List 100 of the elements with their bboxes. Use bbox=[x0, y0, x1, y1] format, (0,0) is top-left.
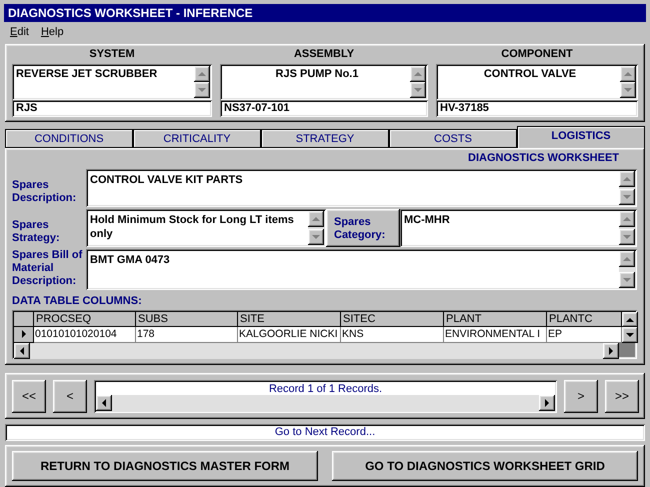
down-arrow-icon bbox=[623, 194, 631, 200]
scroll-up-button[interactable] bbox=[619, 210, 635, 227]
column-header[interactable]: SITEC bbox=[341, 312, 444, 327]
code-field[interactable]: HV-37185 bbox=[436, 100, 638, 117]
vertical-scrollbar[interactable] bbox=[194, 66, 210, 98]
up-arrow-icon bbox=[623, 176, 631, 182]
scroll-down-button[interactable] bbox=[622, 327, 638, 343]
code-field[interactable]: RJS bbox=[12, 100, 212, 117]
column-header[interactable]: SITE bbox=[238, 312, 341, 327]
panel-heading: DIAGNOSTICS WORKSHEET bbox=[467, 152, 620, 166]
up-arrow-icon bbox=[198, 71, 206, 77]
vertical-scrollbar[interactable] bbox=[308, 210, 324, 245]
action-button[interactable]: GO TO DIAGNOSTICS WORKSHEET GRID bbox=[332, 451, 638, 481]
bill-of-material-field[interactable]: BMT GMA 0473 bbox=[86, 248, 637, 290]
down-arrow-icon bbox=[626, 332, 634, 338]
menu-item[interactable]: Edit bbox=[10, 26, 29, 38]
nav-button[interactable]: << bbox=[12, 380, 46, 413]
horizontal-scrollbar[interactable] bbox=[96, 394, 555, 411]
field-label: Spares Bill of Material Description: bbox=[12, 248, 84, 289]
right-arrow-icon bbox=[608, 346, 614, 355]
menu-item[interactable]: Help bbox=[40, 26, 64, 38]
right-arrow-icon bbox=[20, 330, 26, 338]
column-heading: COMPONENT bbox=[500, 48, 574, 62]
description-field[interactable]: CONTROL VALVE KIT PARTS bbox=[86, 168, 637, 207]
nav-button[interactable]: < bbox=[53, 380, 87, 413]
column-header[interactable]: PLANT bbox=[444, 312, 547, 327]
down-arrow-icon bbox=[623, 234, 631, 240]
column-heading: SYSTEM bbox=[88, 48, 136, 62]
tab[interactable]: CONDITIONS bbox=[5, 128, 133, 148]
up-arrow-icon bbox=[623, 256, 631, 262]
nav-button[interactable]: > bbox=[564, 380, 598, 413]
action-button[interactable]: RETURN TO DIAGNOSTICS MASTER FORM bbox=[12, 451, 318, 481]
scroll-down-button[interactable] bbox=[308, 228, 324, 245]
vertical-scrollbar[interactable] bbox=[620, 66, 636, 98]
left-arrow-icon bbox=[19, 346, 25, 355]
nav-button[interactable]: >> bbox=[605, 380, 639, 413]
table-cell: ENVIRONMENTAL I bbox=[444, 326, 547, 343]
scroll-up-button[interactable] bbox=[619, 250, 635, 267]
down-arrow-icon bbox=[623, 276, 631, 283]
left-arrow-icon bbox=[101, 398, 107, 407]
scroll-up-button[interactable] bbox=[620, 66, 636, 82]
up-arrow-icon bbox=[626, 316, 634, 323]
column-header[interactable]: SUBS bbox=[136, 312, 238, 327]
scroll-right-button[interactable] bbox=[539, 394, 555, 411]
table-cell: EP bbox=[547, 326, 622, 343]
up-arrow-icon bbox=[623, 216, 631, 222]
scroll-up-button[interactable] bbox=[619, 170, 635, 187]
vertical-scrollbar[interactable] bbox=[619, 210, 635, 245]
table-cell: KALGOORLIE NICKI bbox=[238, 326, 341, 343]
horizontal-scrollbar[interactable] bbox=[14, 342, 619, 359]
corner-cell bbox=[14, 312, 34, 327]
scroll-left-button[interactable] bbox=[14, 342, 30, 359]
status-bar: Go to Next Record... bbox=[5, 424, 645, 442]
name-field[interactable]: RJS PUMP No.1 bbox=[220, 64, 428, 100]
field-label: Spares Strategy: bbox=[12, 218, 61, 246]
up-arrow-icon bbox=[414, 71, 422, 77]
column-header[interactable]: PLANTC bbox=[547, 312, 622, 327]
table-label: DATA TABLE COLUMNS: bbox=[12, 294, 143, 309]
name-field[interactable]: CONTROL VALVE bbox=[436, 64, 638, 100]
down-arrow-icon bbox=[312, 234, 320, 240]
scroll-down-button[interactable] bbox=[194, 82, 210, 98]
code-field[interactable]: NS37-07-101 bbox=[220, 100, 428, 117]
scroll-left-button[interactable] bbox=[96, 394, 112, 411]
field-label: Spares Category: bbox=[326, 208, 400, 247]
category-field[interactable]: MC-MHR bbox=[400, 208, 637, 247]
scroll-up-button[interactable] bbox=[194, 66, 210, 82]
down-arrow-icon bbox=[624, 87, 632, 93]
field-label: Spares Description: bbox=[12, 178, 78, 206]
scroll-up-button[interactable] bbox=[410, 66, 426, 82]
vertical-scrollbar[interactable] bbox=[410, 66, 426, 98]
vertical-scrollbar[interactable] bbox=[619, 250, 635, 288]
strategy-field[interactable]: Hold Minimum Stock for Long LT items only bbox=[86, 208, 326, 247]
scroll-down-button[interactable] bbox=[619, 228, 635, 245]
down-arrow-icon bbox=[198, 87, 206, 93]
window-title: DIAGNOSTICS WORKSHEET - INFERENCE bbox=[4, 4, 646, 22]
tab[interactable]: STRATEGY bbox=[261, 128, 389, 148]
scroll-down-button[interactable] bbox=[620, 82, 636, 98]
tab[interactable]: LOGISTICS bbox=[517, 126, 645, 148]
scroll-right-button[interactable] bbox=[603, 342, 619, 359]
table-cell: 178 bbox=[136, 326, 238, 343]
up-arrow-icon bbox=[312, 216, 320, 222]
vertical-scrollbar[interactable] bbox=[622, 312, 638, 343]
tab[interactable]: COSTS bbox=[389, 128, 517, 148]
column-header[interactable]: PROCSEQ bbox=[34, 312, 136, 327]
down-arrow-icon bbox=[414, 87, 422, 93]
vertical-scrollbar[interactable] bbox=[619, 170, 635, 205]
table-cell: 01010101020104 bbox=[34, 326, 136, 343]
column-heading: ASSEMBLY bbox=[292, 48, 356, 62]
tab[interactable]: CRITICALITY bbox=[133, 128, 261, 148]
scroll-down-button[interactable] bbox=[619, 188, 635, 205]
record-text: Record 1 of 1 Records. bbox=[96, 382, 555, 395]
name-field[interactable]: REVERSE JET SCRUBBER bbox=[12, 64, 212, 100]
scroll-up-button[interactable] bbox=[622, 312, 638, 328]
scroll-down-button[interactable] bbox=[410, 82, 426, 98]
up-arrow-icon bbox=[624, 71, 632, 77]
right-arrow-icon bbox=[544, 398, 550, 407]
row-selector[interactable] bbox=[14, 326, 34, 343]
scroll-down-button[interactable] bbox=[619, 272, 635, 288]
table-cell: KNS bbox=[341, 326, 444, 343]
scroll-up-button[interactable] bbox=[308, 210, 324, 227]
